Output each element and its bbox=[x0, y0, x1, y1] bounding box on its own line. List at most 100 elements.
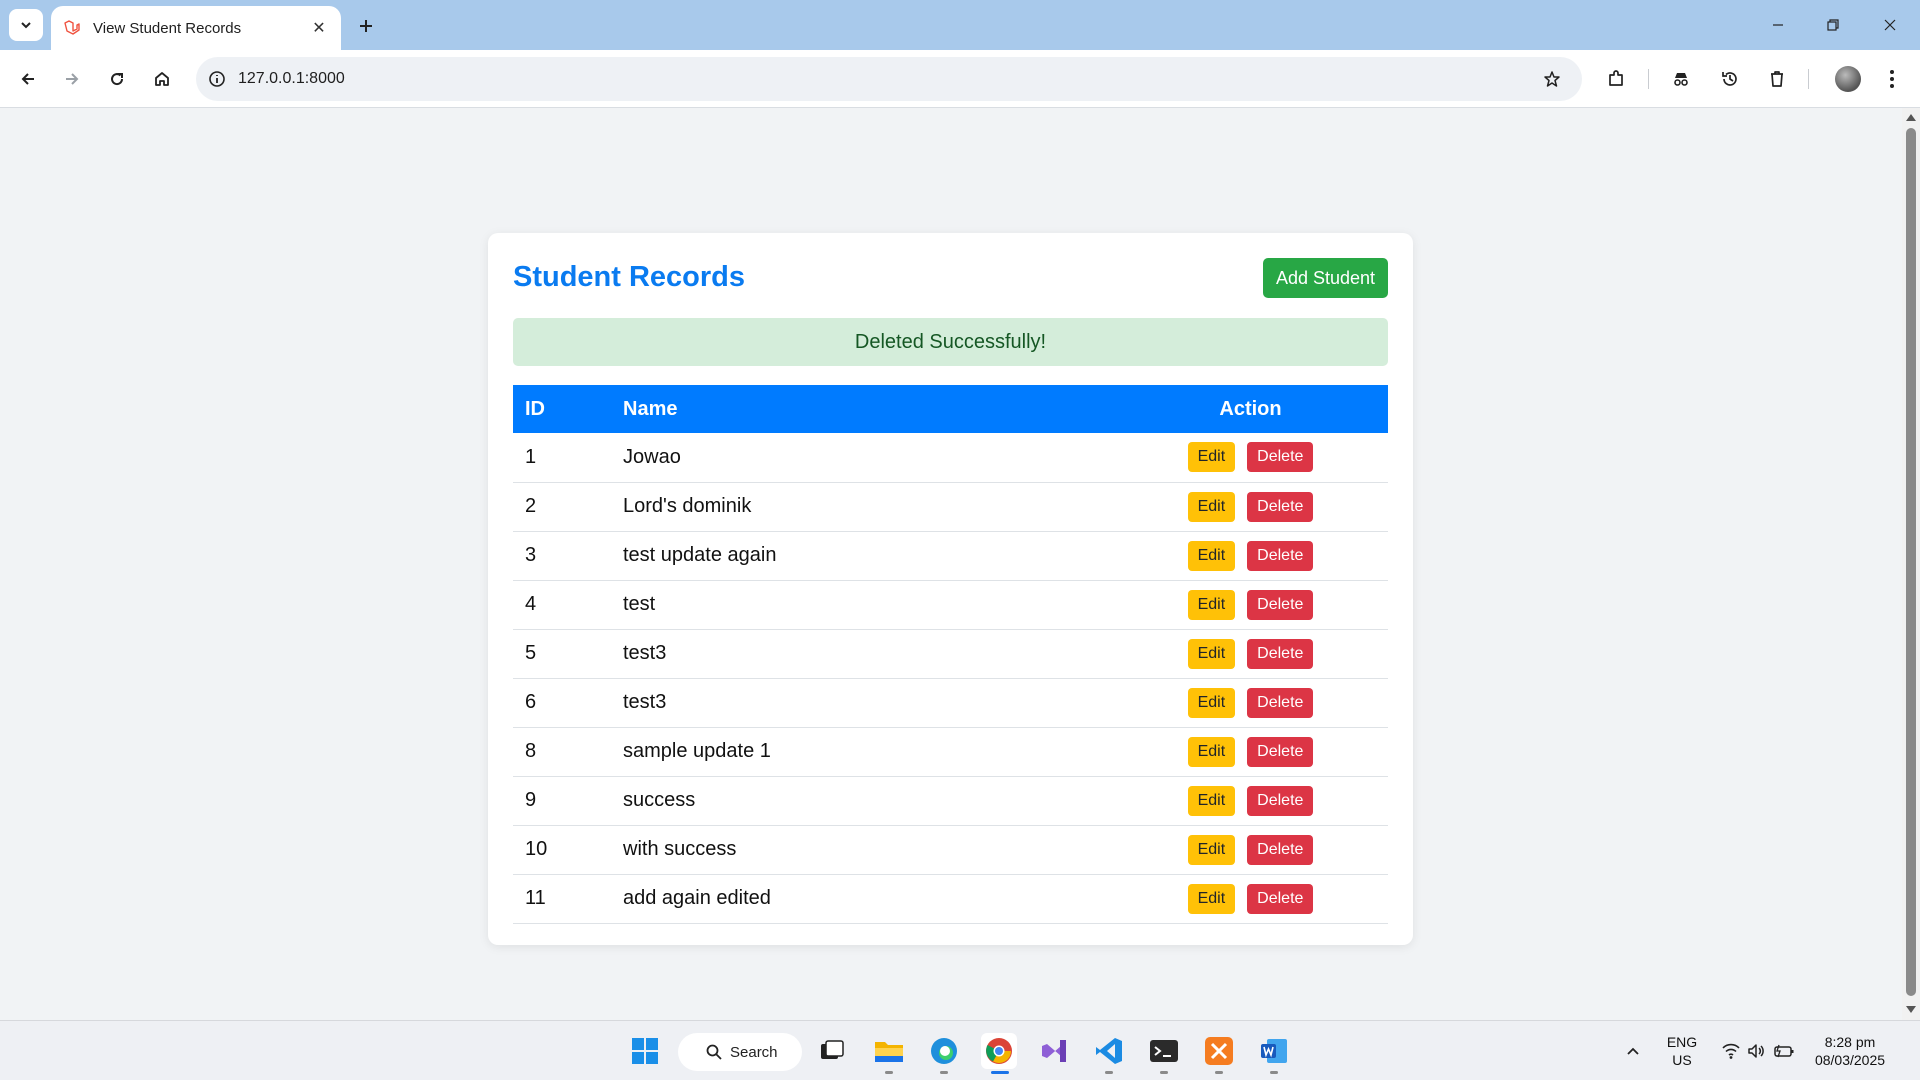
edit-button[interactable]: Edit bbox=[1187, 736, 1236, 767]
delete-button[interactable]: Delete bbox=[1247, 883, 1314, 914]
reload-button[interactable] bbox=[101, 63, 133, 95]
column-header-id: ID bbox=[513, 385, 623, 433]
word-app[interactable] bbox=[1256, 1033, 1292, 1069]
tab-close-icon[interactable]: ✕ bbox=[309, 18, 329, 38]
column-header-action: Action bbox=[1113, 385, 1388, 433]
new-tab-button[interactable] bbox=[352, 12, 380, 40]
delete-button[interactable]: Delete bbox=[1247, 589, 1314, 620]
close-icon bbox=[1884, 19, 1896, 31]
table-row: 11 add again edited Edit Delete bbox=[513, 874, 1388, 924]
xampp-app[interactable] bbox=[1201, 1033, 1237, 1069]
delete-button[interactable]: Delete bbox=[1247, 687, 1314, 718]
home-button[interactable] bbox=[146, 63, 178, 95]
clock-date: 08/03/2025 bbox=[1814, 1052, 1886, 1068]
scroll-down-arrow-icon[interactable] bbox=[1906, 1006, 1916, 1013]
profile-avatar[interactable] bbox=[1835, 66, 1861, 92]
address-bar[interactable]: 127.0.0.1:8000 bbox=[196, 57, 1582, 101]
delete-button[interactable]: Delete bbox=[1247, 638, 1314, 669]
success-alert: Deleted Successfully! bbox=[513, 318, 1388, 366]
running-indicator bbox=[1105, 1071, 1113, 1074]
site-info-icon[interactable] bbox=[208, 70, 226, 88]
tray-overflow-button[interactable] bbox=[1615, 1033, 1651, 1069]
vertical-scrollbar[interactable] bbox=[1902, 108, 1920, 1020]
clock[interactable]: 8:28 pm 08/03/2025 bbox=[1810, 1033, 1890, 1069]
close-window-button[interactable] bbox=[1872, 10, 1908, 40]
file-explorer-app[interactable] bbox=[871, 1033, 907, 1069]
table-row: 8 sample update 1 Edit Delete bbox=[513, 727, 1388, 777]
start-button[interactable] bbox=[627, 1033, 663, 1069]
table-row: 1 Jowao Edit Delete bbox=[513, 433, 1388, 483]
browser-toolbar: 127.0.0.1:8000 bbox=[0, 50, 1920, 108]
taskbar: Search ENG US 8:28 pm 08/03/2025 bbox=[0, 1020, 1920, 1080]
row-name: success bbox=[623, 776, 1113, 826]
menu-button[interactable] bbox=[1876, 63, 1908, 95]
edit-button[interactable]: Edit bbox=[1187, 589, 1236, 620]
minimize-button[interactable] bbox=[1760, 10, 1796, 40]
page-viewport: Student Records Add Student Deleted Succ… bbox=[0, 108, 1902, 1020]
edit-button[interactable]: Edit bbox=[1187, 442, 1236, 473]
chrome-app[interactable] bbox=[981, 1033, 1017, 1069]
terminal-app[interactable] bbox=[1146, 1033, 1182, 1069]
visual-studio-app[interactable] bbox=[1036, 1033, 1072, 1069]
edit-button[interactable]: Edit bbox=[1187, 687, 1236, 718]
records-card: Student Records Add Student Deleted Succ… bbox=[488, 233, 1413, 945]
restore-icon bbox=[1827, 19, 1839, 31]
quick-settings-button[interactable] bbox=[1708, 1033, 1808, 1069]
incognito-button[interactable] bbox=[1665, 63, 1697, 95]
browser-tab-active[interactable]: View Student Records ✕ bbox=[51, 6, 341, 50]
delete-data-button[interactable] bbox=[1761, 63, 1793, 95]
delete-button[interactable]: Delete bbox=[1247, 736, 1314, 767]
vscode-app[interactable] bbox=[1091, 1033, 1127, 1069]
row-actions: Edit Delete bbox=[1113, 727, 1388, 777]
row-id: 10 bbox=[513, 825, 623, 875]
row-name: Lord's dominik bbox=[623, 482, 1113, 532]
bookmark-star-button[interactable] bbox=[1536, 63, 1568, 95]
edit-button[interactable]: Edit bbox=[1187, 785, 1236, 816]
vscode-icon bbox=[1096, 1038, 1122, 1064]
task-view-button[interactable] bbox=[814, 1033, 850, 1069]
delete-button[interactable]: Delete bbox=[1247, 540, 1314, 571]
delete-button[interactable]: Delete bbox=[1247, 785, 1314, 816]
history-button[interactable] bbox=[1714, 63, 1746, 95]
delete-button[interactable]: Delete bbox=[1247, 442, 1314, 473]
row-name: add again edited bbox=[623, 874, 1113, 924]
input-language-indicator[interactable]: ENG US bbox=[1664, 1033, 1700, 1069]
clock-time: 8:28 pm bbox=[1824, 1034, 1876, 1050]
extensions-button[interactable] bbox=[1600, 63, 1632, 95]
delete-button[interactable]: Delete bbox=[1247, 834, 1314, 865]
edit-button[interactable]: Edit bbox=[1187, 491, 1236, 522]
browser-tab-strip: View Student Records ✕ bbox=[0, 0, 1920, 50]
toolbar-divider bbox=[1808, 69, 1809, 89]
row-name: with success bbox=[623, 825, 1113, 875]
edit-button[interactable]: Edit bbox=[1187, 638, 1236, 669]
row-id: 1 bbox=[513, 433, 623, 483]
tab-search-button[interactable] bbox=[9, 9, 43, 41]
row-actions: Edit Delete bbox=[1113, 776, 1388, 826]
scroll-up-arrow-icon[interactable] bbox=[1906, 114, 1916, 121]
search-icon bbox=[706, 1044, 722, 1060]
region-code: US bbox=[1672, 1052, 1692, 1068]
column-header-name: Name bbox=[623, 385, 1113, 433]
table-row: 10 with success Edit Delete bbox=[513, 825, 1388, 875]
delete-button[interactable]: Delete bbox=[1247, 491, 1314, 522]
scrollbar-thumb[interactable] bbox=[1906, 128, 1916, 996]
edit-button[interactable]: Edit bbox=[1187, 883, 1236, 914]
edit-button[interactable]: Edit bbox=[1187, 834, 1236, 865]
back-button[interactable] bbox=[12, 63, 44, 95]
table-row: 3 test update again Edit Delete bbox=[513, 531, 1388, 581]
url-text[interactable]: 127.0.0.1:8000 bbox=[238, 70, 345, 88]
restore-button[interactable] bbox=[1815, 10, 1851, 40]
taskbar-search[interactable]: Search bbox=[678, 1033, 802, 1071]
incognito-icon bbox=[1674, 73, 1688, 86]
edit-button[interactable]: Edit bbox=[1187, 540, 1236, 571]
trash-icon bbox=[1771, 71, 1783, 87]
forward-button[interactable] bbox=[56, 63, 88, 95]
edge-app[interactable] bbox=[926, 1033, 962, 1069]
page-title: Student Records bbox=[513, 261, 746, 293]
table-body: 1 Jowao Edit Delete 2 Lord's dominik Edit Delet… bbox=[513, 433, 1388, 924]
running-indicator bbox=[1160, 1071, 1168, 1074]
chevron-up-icon bbox=[1627, 1047, 1639, 1055]
add-student-button[interactable]: Add Student bbox=[1263, 258, 1388, 298]
active-indicator bbox=[991, 1071, 1009, 1074]
history-icon bbox=[1722, 72, 1737, 86]
